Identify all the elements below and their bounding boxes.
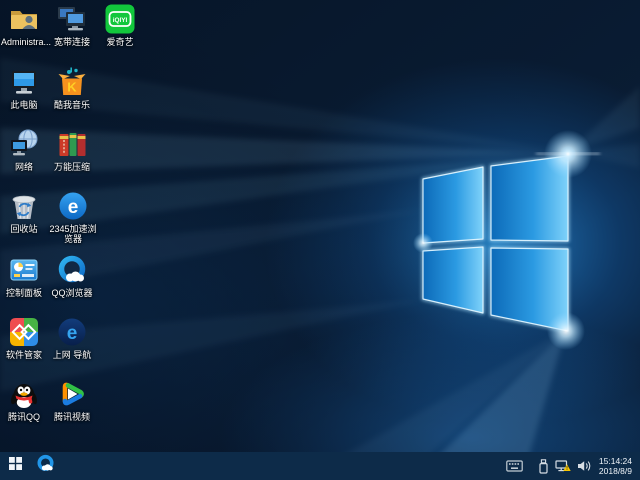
icon-label: 爱奇艺	[106, 37, 134, 47]
svg-text:!: !	[566, 466, 568, 472]
system-tray: ! 15:14:24 2018/8/9	[503, 452, 640, 480]
web-nav-icon: e	[56, 316, 88, 348]
iqiyi-icon: iQIYI	[104, 3, 136, 35]
this-pc-icon	[8, 66, 40, 98]
icon-label: 腾讯QQ	[7, 412, 40, 422]
icon-label: 2345加速浏览器	[49, 224, 97, 244]
icon-label: 万能压缩	[53, 162, 90, 172]
tencent-video-icon	[56, 378, 88, 410]
desktop-icon-recycle-bin[interactable]: 回收站	[1, 190, 47, 234]
desktop-icon-software-manager[interactable]: 软件管家	[1, 316, 47, 360]
icon-label: 网络	[14, 162, 33, 172]
clock-time: 15:14:24	[598, 455, 632, 466]
icon-label: 回收站	[10, 224, 38, 234]
2345-browser-icon: e	[57, 190, 89, 222]
user-folder-icon	[8, 3, 40, 35]
archive-books-icon	[56, 128, 88, 160]
control-panel-icon	[8, 254, 40, 286]
touch-keyboard-icon[interactable]	[503, 452, 526, 480]
qq-browser-icon	[56, 254, 88, 286]
start-button[interactable]	[0, 452, 30, 480]
desktop-icon-broadband[interactable]: 宽带连接	[49, 3, 95, 47]
volume-icon[interactable]	[574, 452, 594, 480]
desktop-icon-control-panel[interactable]: 控制面板	[1, 254, 47, 298]
icon-label: 酷我音乐	[53, 100, 90, 110]
desktop-icon-2345-browser[interactable]: e 2345加速浏览器	[47, 190, 99, 244]
icon-label: 控制面板	[5, 288, 42, 298]
icon-label: 软件管家	[5, 350, 42, 360]
svg-text:K: K	[67, 80, 77, 95]
desktop-icon-tencent-qq[interactable]: 腾讯QQ	[1, 378, 47, 422]
desktop-icon-this-pc[interactable]: 此电脑	[1, 66, 47, 110]
desktop-icon-kuwo-music[interactable]: K 酷我音乐	[49, 66, 95, 110]
icon-label: QQ浏览器	[51, 288, 93, 298]
desktop-icon-tencent-video[interactable]: 腾讯视频	[49, 378, 95, 422]
svg-text:e: e	[67, 323, 78, 344]
icon-label: 此电脑	[10, 100, 38, 110]
desktop-icon-qq-browser[interactable]: QQ浏览器	[49, 254, 95, 298]
icon-label: Administra...	[1, 37, 52, 47]
broadband-connection-icon	[56, 3, 88, 35]
desktop-icon-administrator[interactable]: Administra...	[1, 3, 52, 47]
icon-label: 宽带连接	[53, 37, 90, 47]
svg-text:e: e	[68, 197, 79, 218]
taskbar-qq-browser-button[interactable]	[30, 452, 60, 480]
icon-label: 上网 导航	[52, 350, 92, 360]
svg-text:iQIYI: iQIYI	[113, 17, 128, 24]
taskbar: ! 15:14:24 2018/8/9	[0, 452, 640, 480]
network-icon	[8, 128, 40, 160]
windows-desktop: Administra... 宽带连接 iQIYI 爱奇艺 此电脑 K 酷我音乐 …	[0, 0, 640, 480]
desktop-icon-web-nav[interactable]: e 上网 导航	[49, 316, 95, 360]
desktop-icon-archiver[interactable]: 万能压缩	[49, 128, 95, 172]
usb-device-icon[interactable]	[535, 452, 552, 480]
qq-browser-icon	[36, 454, 55, 478]
kuwo-music-icon: K	[56, 66, 88, 98]
taskbar-clock[interactable]: 15:14:24 2018/8/9	[594, 456, 636, 477]
clock-date: 2018/8/9	[598, 466, 632, 476]
desktop-icon-network[interactable]: 网络	[1, 128, 47, 172]
recycle-bin-icon	[8, 190, 40, 222]
desktop-icon-iqiyi[interactable]: iQIYI 爱奇艺	[97, 3, 143, 47]
windows-logo-icon	[8, 457, 22, 475]
software-manager-icon	[8, 316, 40, 348]
tencent-qq-icon	[8, 378, 40, 410]
network-warning-icon[interactable]: !	[552, 452, 574, 480]
icon-label: 腾讯视频	[53, 412, 90, 422]
